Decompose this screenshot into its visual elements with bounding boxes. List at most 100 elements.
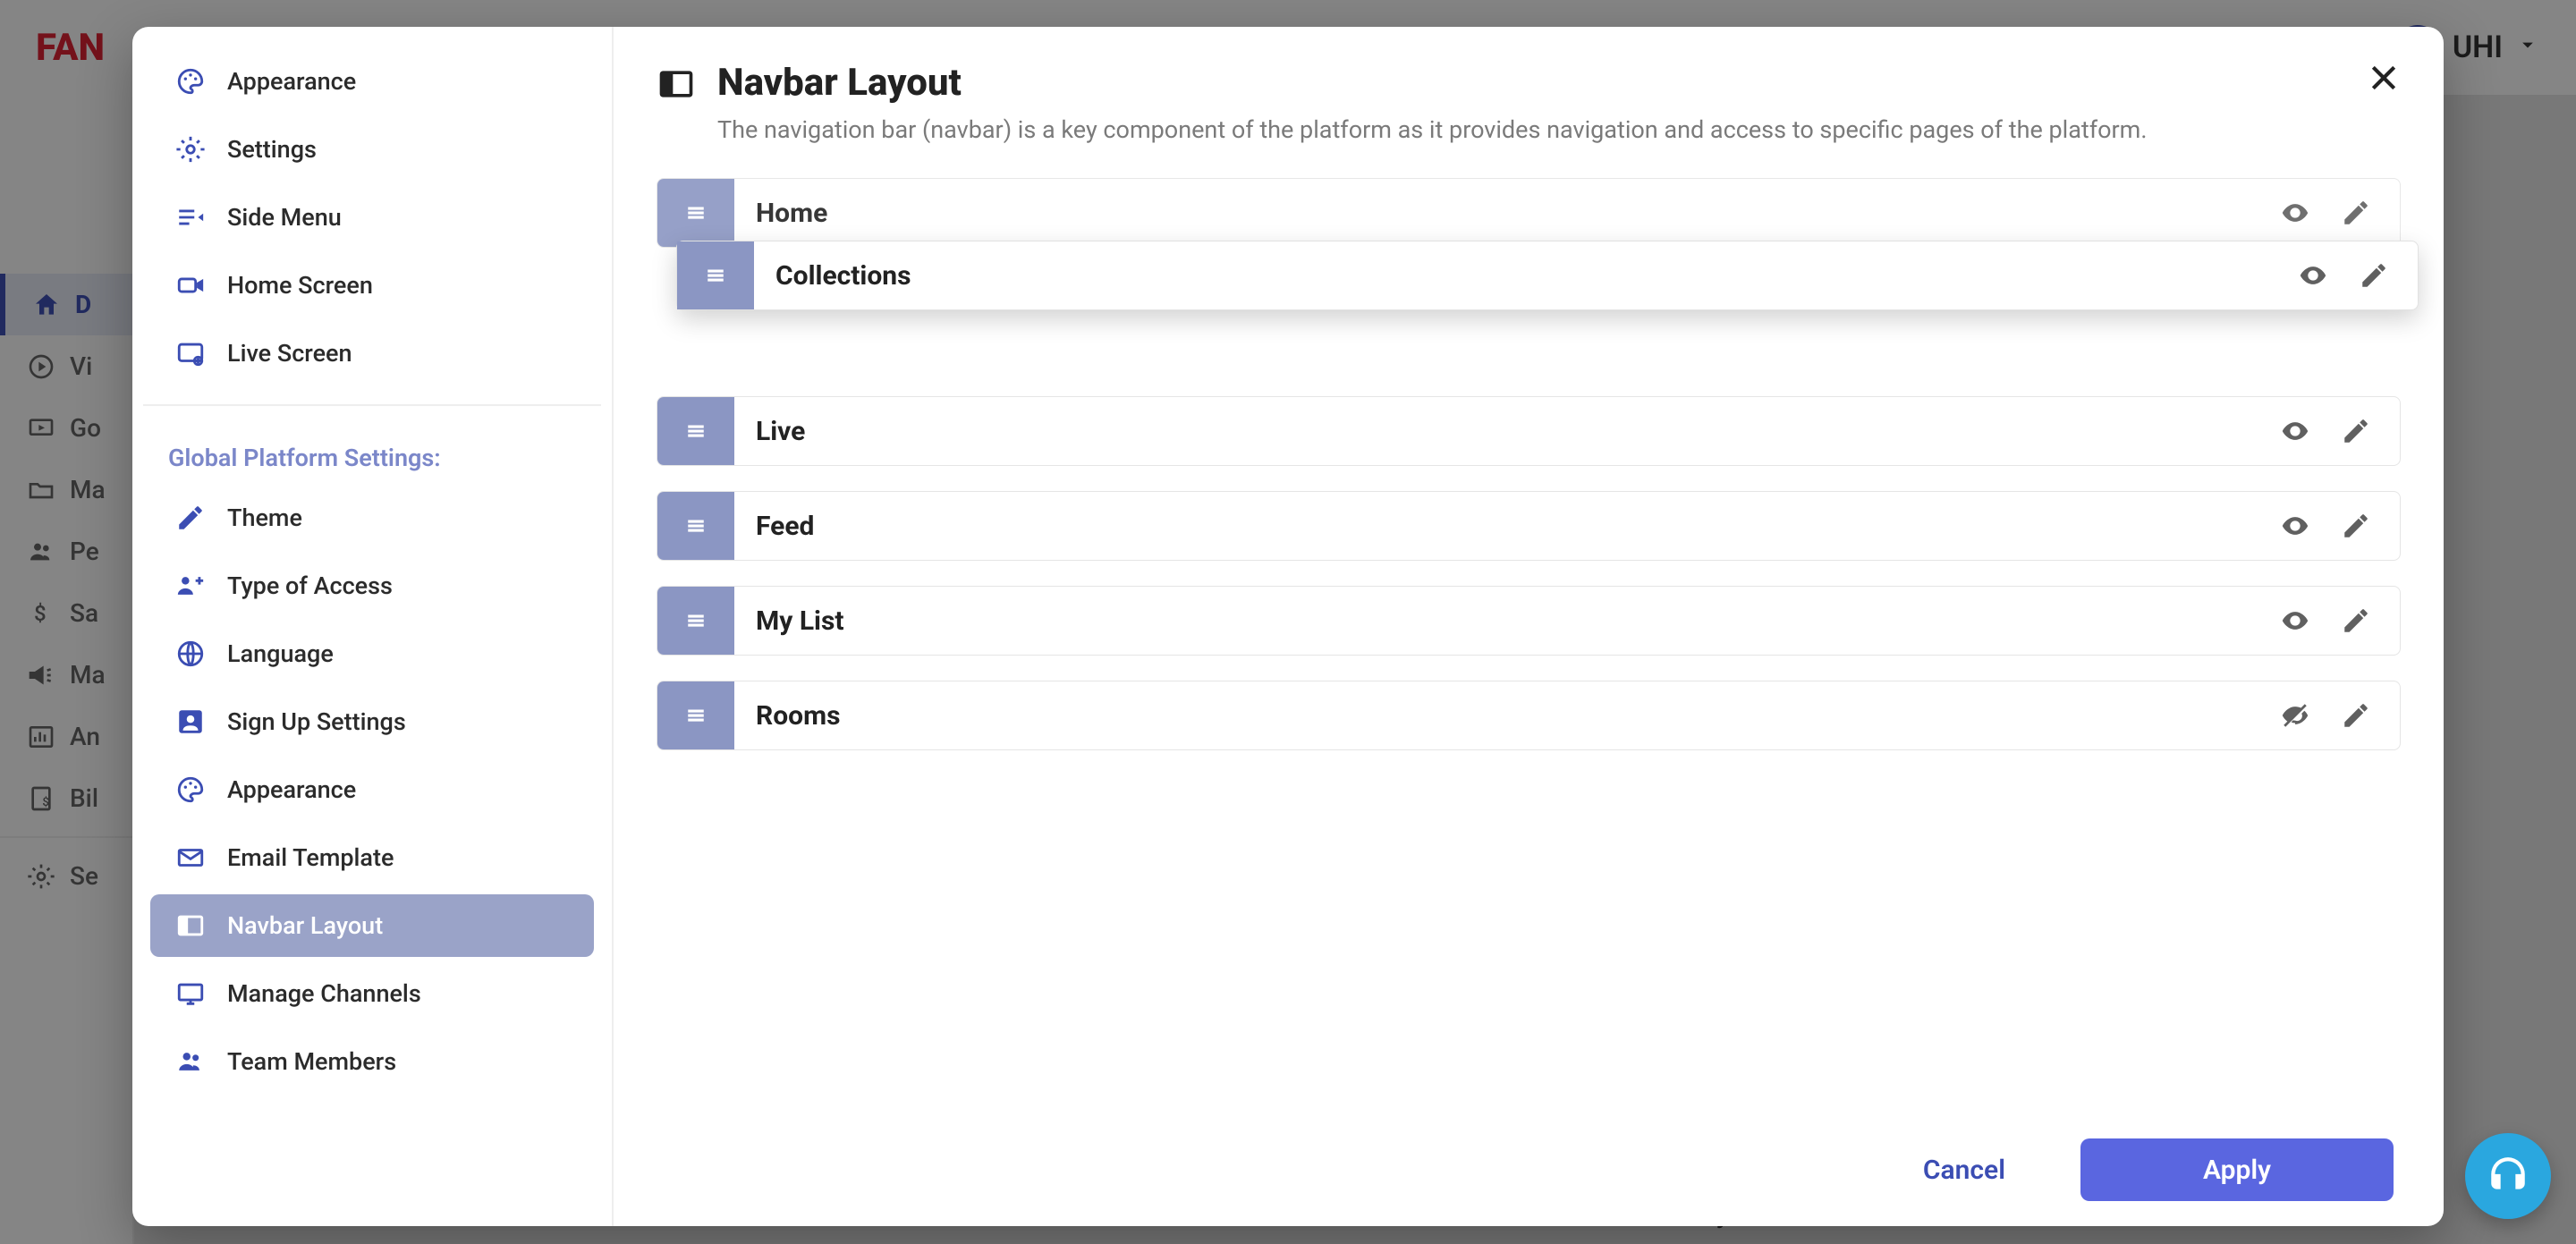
pencil-icon <box>2341 198 2371 228</box>
sidebar-item-label: Settings <box>227 135 317 164</box>
sidebar-item-sidemenu[interactable]: Side Menu <box>150 186 594 249</box>
sidebar-item-theme[interactable]: Theme <box>150 487 594 549</box>
sidebar-item-label: Appearance <box>227 67 356 96</box>
nav-row-rooms[interactable]: Rooms <box>657 681 2401 750</box>
palette-icon <box>175 66 206 97</box>
edit-button[interactable] <box>2357 258 2391 292</box>
account-icon <box>175 707 206 737</box>
eye-off-icon <box>2280 700 2310 731</box>
nav-label: Collections <box>754 260 2296 292</box>
drag-handle[interactable] <box>657 397 734 465</box>
modal-title: Navbar Layout <box>717 61 2147 105</box>
modal-sidebar[interactable]: Appearance Settings Side Menu Home Scree… <box>132 27 614 1226</box>
team-icon <box>175 1046 206 1077</box>
nav-actions <box>2296 258 2418 292</box>
apply-button[interactable]: Apply <box>2080 1138 2394 1201</box>
edit-button[interactable] <box>2339 698 2373 732</box>
sidebar-item-managechannels[interactable]: Manage Channels <box>150 962 594 1025</box>
visibility-toggle[interactable] <box>2296 258 2330 292</box>
nav-actions <box>2278 509 2400 543</box>
eye-icon <box>2298 260 2328 291</box>
sidebar-item-label: Side Menu <box>227 203 342 232</box>
sidebar-item-emailtemplate[interactable]: Email Template <box>150 826 594 889</box>
modal-footer: Cancel Apply <box>657 1131 2401 1205</box>
monitor-icon <box>175 978 206 1009</box>
sidebar-item-label: Live Screen <box>227 339 352 368</box>
edit-button[interactable] <box>2339 604 2373 638</box>
sidebar-item-signup[interactable]: Sign Up Settings <box>150 690 594 753</box>
gear-icon <box>175 134 206 165</box>
drag-icon <box>682 512 709 539</box>
globe-icon <box>175 639 206 669</box>
nav-row-collections-dragging[interactable]: Collections <box>676 241 2419 310</box>
visibility-toggle[interactable] <box>2278 414 2312 448</box>
nav-row-feed[interactable]: Feed <box>657 491 2401 561</box>
sidebar-item-settings[interactable]: Settings <box>150 118 594 181</box>
drag-icon <box>682 607 709 634</box>
nav-actions <box>2278 604 2400 638</box>
cancel-button[interactable]: Cancel <box>1887 1138 2041 1201</box>
drag-handle[interactable] <box>657 492 734 560</box>
nav-row-wrap: Rooms <box>657 681 2401 750</box>
sidebar-item-appearance[interactable]: Appearance <box>150 50 594 113</box>
access-icon <box>175 571 206 601</box>
sidebar-item-label: Email Template <box>227 843 394 872</box>
sidebar-item-access[interactable]: Type of Access <box>150 554 594 617</box>
pencil-icon <box>2341 511 2371 541</box>
nav-row-mylist[interactable]: My List <box>657 586 2401 656</box>
sidebar-item-teammembers[interactable]: Team Members <box>150 1030 594 1093</box>
sidebar-item-homescreen[interactable]: Home Screen <box>150 254 594 317</box>
eye-icon <box>2280 511 2310 541</box>
eye-icon <box>2280 605 2310 636</box>
drag-handle[interactable] <box>657 587 734 655</box>
drag-handle[interactable] <box>657 681 734 749</box>
edit-button[interactable] <box>2339 196 2373 230</box>
eye-icon <box>2280 198 2310 228</box>
nav-label: Live <box>734 416 2278 447</box>
sidebar-item-label: Appearance <box>227 775 356 804</box>
pencil-icon <box>2341 605 2371 636</box>
nav-row-live[interactable]: Live <box>657 396 2401 466</box>
nav-row-wrap: Feed <box>657 491 2401 561</box>
video-icon <box>175 270 206 300</box>
close-icon <box>2366 60 2402 96</box>
sidebar-item-label: Type of Access <box>227 571 393 600</box>
pencil-icon <box>2341 416 2371 446</box>
sidebar-item-navbarlayout[interactable]: Navbar Layout <box>150 894 594 957</box>
sidebar-item-label: Sign Up Settings <box>227 707 406 736</box>
visibility-toggle[interactable] <box>2278 509 2312 543</box>
nav-row-home[interactable]: Home <box>657 178 2401 248</box>
sidebar-item-label: Language <box>227 639 334 668</box>
visibility-toggle[interactable] <box>2278 698 2312 732</box>
sidebar-item-label: Team Members <box>227 1047 396 1076</box>
edit-button[interactable] <box>2339 509 2373 543</box>
nav-actions <box>2278 414 2400 448</box>
settings-modal: Appearance Settings Side Menu Home Scree… <box>132 27 2444 1226</box>
drag-icon <box>682 702 709 729</box>
drag-handle[interactable] <box>677 241 754 309</box>
divider <box>143 404 601 406</box>
modal-description: The navigation bar (navbar) is a key com… <box>717 114 2147 146</box>
help-widget[interactable] <box>2465 1133 2551 1219</box>
nav-label: Home <box>734 198 2278 229</box>
navbar-icon <box>657 64 696 104</box>
visibility-toggle[interactable] <box>2278 604 2312 638</box>
sidebar-item-appearance2[interactable]: Appearance <box>150 758 594 821</box>
nav-row-wrap: My List <box>657 586 2401 656</box>
nav-actions <box>2278 196 2400 230</box>
edit-button[interactable] <box>2339 414 2373 448</box>
eye-icon <box>2280 416 2310 446</box>
sidemenu-icon <box>175 202 206 233</box>
visibility-toggle[interactable] <box>2278 196 2312 230</box>
sidebar-item-language[interactable]: Language <box>150 622 594 685</box>
drag-icon <box>682 418 709 444</box>
sidebar-item-label: Manage Channels <box>227 979 421 1008</box>
nav-label: Rooms <box>734 700 2278 732</box>
sidebar-item-livescreen[interactable]: Live Screen <box>150 322 594 385</box>
drag-handle[interactable] <box>657 179 734 247</box>
close-button[interactable] <box>2361 55 2406 100</box>
sidebar-section-label: Global Platform Settings: <box>143 426 601 481</box>
nav-actions <box>2278 698 2400 732</box>
drag-icon <box>682 199 709 226</box>
nav-row-wrap: Live <box>657 396 2401 466</box>
